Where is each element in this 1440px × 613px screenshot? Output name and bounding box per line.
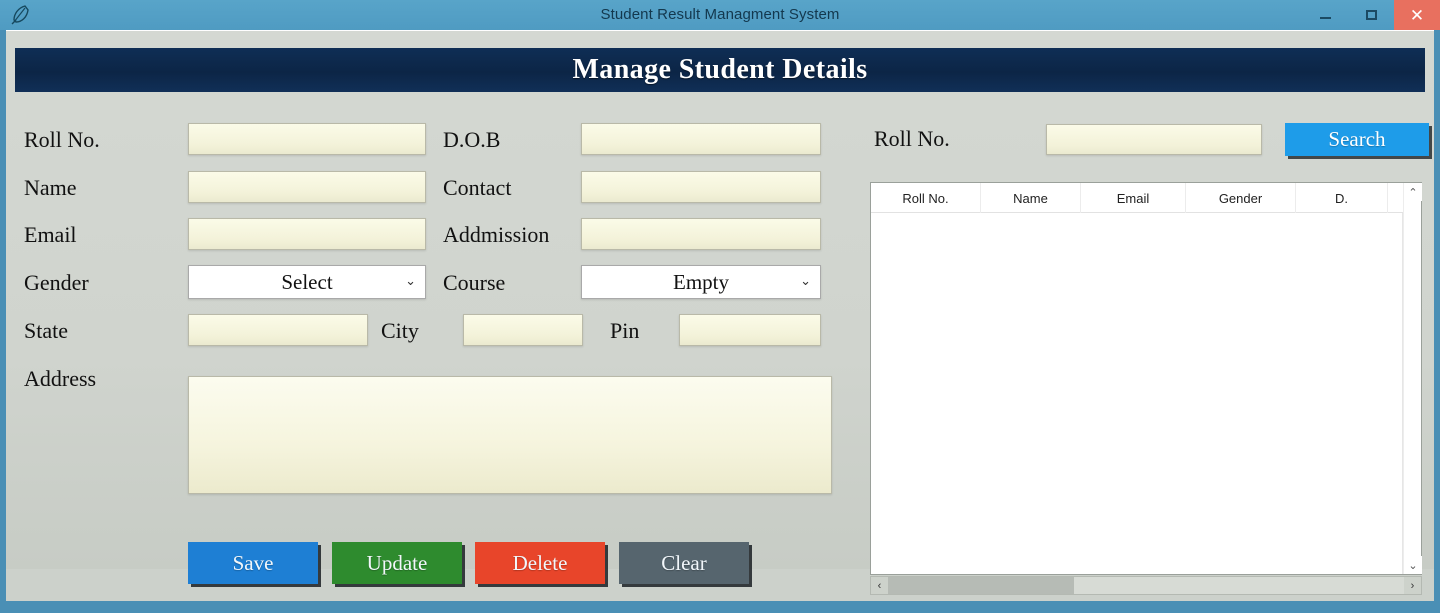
maximize-icon [1365, 10, 1377, 20]
label-roll-no: Roll No. [24, 127, 100, 152]
scroll-left-icon[interactable]: ‹ [871, 577, 888, 594]
label-city: City [381, 318, 419, 343]
chevron-down-icon: ⌄ [405, 273, 416, 289]
table-body[interactable] [871, 213, 1403, 574]
scroll-down-icon[interactable]: ⌄ [1404, 556, 1422, 574]
app-content: Manage Student Details Roll No. D.O.B Na… [6, 31, 1434, 595]
window-controls: ✕ [1302, 0, 1440, 30]
table-column-roll-no[interactable]: Roll No. [871, 183, 981, 213]
dob-input[interactable] [581, 123, 821, 155]
minimize-button[interactable] [1302, 0, 1348, 30]
client-area: Manage Student Details Roll No. D.O.B Na… [6, 30, 1434, 601]
label-course: Course [443, 270, 506, 295]
search-results-pane: Roll No. Search Roll No. Name Email Gend… [866, 92, 1434, 595]
page-title: Manage Student Details [572, 54, 868, 85]
hscroll-thumb[interactable] [888, 577, 1074, 594]
student-results-table: Roll No. Name Email Gender D. ⌃ ⌄ [870, 182, 1422, 575]
table-column-email[interactable]: Email [1081, 183, 1186, 213]
label-address: Address [24, 366, 97, 391]
contact-input[interactable] [581, 171, 821, 203]
pin-input[interactable] [679, 314, 821, 346]
gender-select-value: Select [281, 269, 333, 294]
addmission-input[interactable] [581, 218, 821, 250]
label-email: Email [24, 222, 77, 247]
search-roll-no-input[interactable] [1046, 124, 1262, 155]
student-form: Roll No. D.O.B Name Contact Email Addmis… [6, 92, 866, 584]
maximize-button[interactable] [1348, 0, 1394, 30]
minimize-icon [1319, 17, 1331, 19]
name-input[interactable] [188, 171, 426, 203]
window-title: Student Result Managment System [600, 6, 840, 23]
label-state: State [24, 318, 68, 343]
delete-button[interactable]: Delete [475, 542, 605, 584]
label-gender: Gender [24, 270, 89, 295]
state-input[interactable] [188, 314, 368, 346]
roll-no-input[interactable] [188, 123, 426, 155]
table-header-row: Roll No. Name Email Gender D. [871, 183, 1421, 213]
gender-select[interactable]: Select ⌄ [188, 265, 426, 299]
update-button[interactable]: Update [332, 542, 462, 584]
address-textarea[interactable] [188, 376, 832, 494]
search-button[interactable]: Search [1285, 123, 1429, 156]
course-select-value: Empty [673, 269, 729, 294]
clear-button[interactable]: Clear [619, 542, 749, 584]
scroll-right-icon[interactable]: › [1404, 577, 1421, 594]
chevron-down-icon: ⌄ [800, 273, 811, 289]
table-column-gender[interactable]: Gender [1186, 183, 1296, 213]
scroll-up-icon[interactable]: ⌃ [1404, 183, 1422, 201]
save-button[interactable]: Save [188, 542, 318, 584]
app-window: Student Result Managment System ✕ Manage… [0, 0, 1440, 613]
table-vertical-scrollbar[interactable]: ⌃ ⌄ [1403, 183, 1422, 574]
close-button[interactable]: ✕ [1394, 0, 1440, 30]
label-name: Name [24, 175, 77, 200]
course-select[interactable]: Empty ⌄ [581, 265, 821, 299]
table-column-name[interactable]: Name [981, 183, 1081, 213]
label-contact: Contact [443, 175, 512, 200]
title-bar[interactable]: Student Result Managment System ✕ [0, 0, 1440, 30]
label-dob: D.O.B [443, 127, 501, 152]
table-horizontal-scrollbar[interactable]: ‹ › [870, 576, 1422, 595]
label-addmission: Addmission [443, 222, 550, 247]
label-pin: Pin [610, 318, 640, 343]
hscroll-track[interactable] [888, 577, 1404, 594]
label-search-roll-no: Roll No. [874, 126, 950, 151]
email-input[interactable] [188, 218, 426, 250]
page-header-banner: Manage Student Details [15, 48, 1425, 92]
table-column-dob[interactable]: D. [1296, 183, 1388, 213]
city-input[interactable] [463, 314, 583, 346]
